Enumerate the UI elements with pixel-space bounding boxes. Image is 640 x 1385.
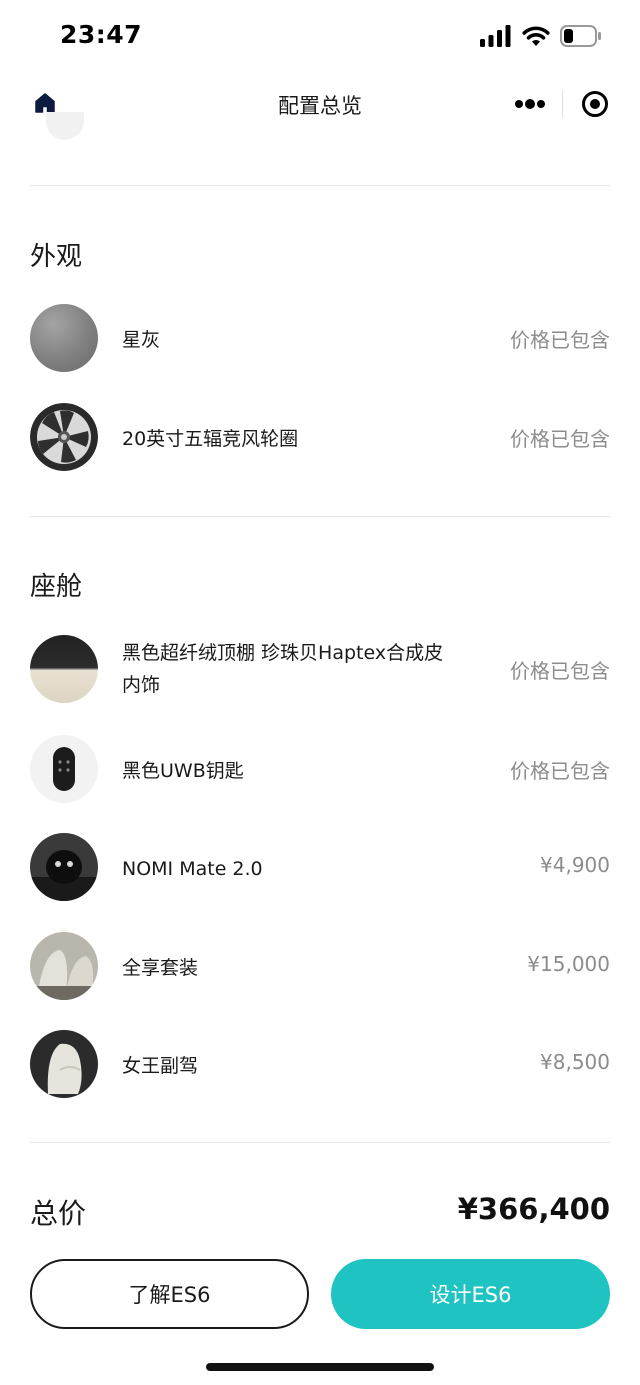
- item-name: 黑色UWB钥匙: [122, 760, 244, 782]
- item-price: 价格已包含: [510, 659, 610, 683]
- interior-swatch-thumbnail: [30, 635, 98, 703]
- design-es6-button[interactable]: 设计ES6: [331, 1259, 610, 1329]
- list-item: 星灰 价格已包含: [30, 302, 610, 374]
- item-name: NOMI Mate 2.0: [122, 858, 263, 880]
- list-item: 全享套装 ¥15,000: [30, 930, 610, 1002]
- miniprogram-close-icon: [581, 91, 608, 117]
- seat-thumbnail: [30, 1030, 98, 1098]
- total-label: 总价: [30, 1197, 87, 1230]
- item-name: 全享套装: [122, 957, 199, 979]
- color-swatch-thumbnail: [30, 304, 98, 372]
- section-title-cabin: 座舱: [30, 572, 83, 602]
- package-thumbnail: [30, 932, 98, 1000]
- battery-icon: [560, 25, 601, 47]
- list-item: 黑色UWB钥匙 价格已包含: [30, 733, 610, 805]
- divider: [30, 185, 610, 186]
- item-name: 20英寸五辐竞风轮圈: [122, 428, 299, 450]
- miniprogram-capsule: [498, 80, 626, 128]
- nav-bar: 配置总览: [0, 70, 640, 136]
- item-name: 星灰: [122, 329, 161, 351]
- item-name: 女王副驾: [122, 1055, 199, 1077]
- item-price: 价格已包含: [510, 328, 610, 352]
- more-button[interactable]: [498, 80, 562, 128]
- item-price: ¥8,500: [540, 1050, 610, 1074]
- status-icons: [480, 22, 602, 50]
- wheel-thumbnail: [30, 403, 98, 471]
- divider: [30, 516, 610, 517]
- item-price: 价格已包含: [510, 759, 610, 783]
- list-item: 女王副驾 ¥8,500: [30, 1028, 610, 1100]
- total-price: ¥366,400: [457, 1192, 610, 1226]
- section-title-exterior: 外观: [30, 242, 83, 272]
- learn-es6-button[interactable]: 了解ES6: [30, 1259, 309, 1329]
- close-button[interactable]: [563, 80, 626, 128]
- nomi-thumbnail: [30, 833, 98, 901]
- status-bar: 23:47: [0, 0, 640, 70]
- cellular-signal-icon: [480, 25, 511, 47]
- key-thumbnail: [30, 735, 98, 803]
- item-price: ¥4,900: [540, 853, 610, 877]
- list-item: NOMI Mate 2.0 ¥4,900: [30, 831, 610, 903]
- list-item: 20英寸五辐竞风轮圈 价格已包含: [30, 401, 610, 473]
- list-item: 黑色超纤绒顶棚 珍珠贝Haptex合成皮内饰 价格已包含: [30, 633, 610, 705]
- more-dots-icon: [515, 99, 545, 109]
- status-time: 23:47: [60, 20, 143, 49]
- divider: [30, 1142, 610, 1143]
- item-price: ¥15,000: [527, 952, 610, 976]
- wifi-icon: [522, 26, 550, 46]
- item-name: 黑色超纤绒顶棚 珍珠贝Haptex合成皮内饰: [122, 642, 444, 696]
- item-price: 价格已包含: [510, 427, 610, 451]
- home-indicator: [206, 1363, 434, 1371]
